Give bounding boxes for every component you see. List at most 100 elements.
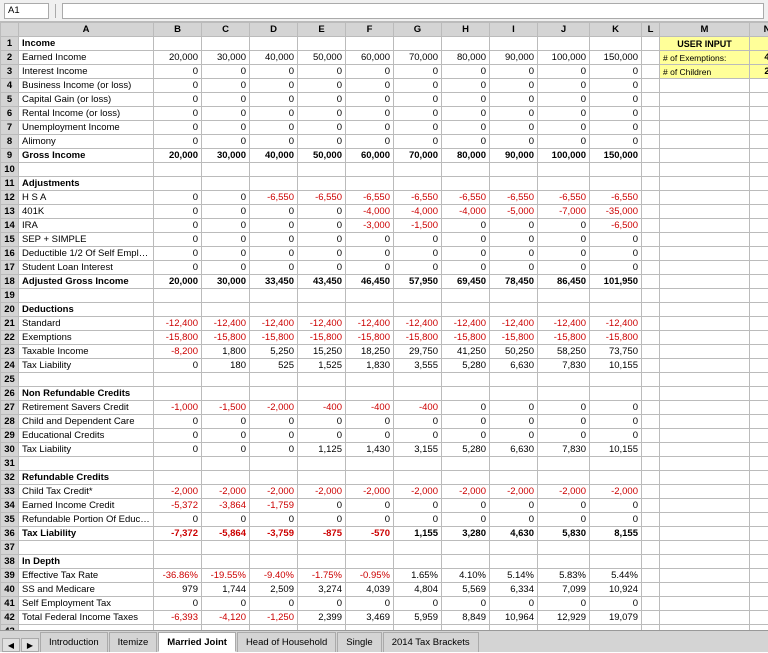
cell-D-39[interactable]: -9.40%: [250, 569, 298, 583]
cell-G-9[interactable]: 70,000: [394, 149, 442, 163]
cell-D-26[interactable]: [250, 387, 298, 401]
cell-a-11[interactable]: Adjustments: [19, 177, 154, 191]
cell-D-15[interactable]: 0: [250, 233, 298, 247]
cell-D-13[interactable]: 0: [250, 205, 298, 219]
cell-H-26[interactable]: [442, 387, 490, 401]
cell-B-33[interactable]: -2,000: [154, 485, 202, 499]
cell-C-33[interactable]: -2,000: [202, 485, 250, 499]
cell-I-2[interactable]: 90,000: [490, 51, 538, 65]
cell-C-29[interactable]: 0: [202, 429, 250, 443]
cell-I-4[interactable]: 0: [490, 79, 538, 93]
cell-K-32[interactable]: [590, 471, 642, 485]
cell-G-15[interactable]: 0: [394, 233, 442, 247]
cell-H-35[interactable]: 0: [442, 513, 490, 527]
cell-E-10[interactable]: [298, 163, 346, 177]
cell-B-11[interactable]: [154, 177, 202, 191]
cell-I-32[interactable]: [490, 471, 538, 485]
cell-F-28[interactable]: 0: [346, 415, 394, 429]
cell-G-3[interactable]: 0: [394, 65, 442, 79]
cell-a-18[interactable]: Adjusted Gross Income: [19, 275, 154, 289]
cell-D-18[interactable]: 33,450: [250, 275, 298, 289]
cell-a-15[interactable]: SEP + SIMPLE: [19, 233, 154, 247]
cell-F-26[interactable]: [346, 387, 394, 401]
cell-K-12[interactable]: -6,550: [590, 191, 642, 205]
cell-E-2[interactable]: 50,000: [298, 51, 346, 65]
spreadsheet-scroll-area[interactable]: A B C D E F G H I J K L M N 1IncomeUSER …: [0, 22, 768, 630]
cell-E-40[interactable]: 3,274: [298, 583, 346, 597]
cell-I-3[interactable]: 0: [490, 65, 538, 79]
cell-F-34[interactable]: 0: [346, 499, 394, 513]
cell-H-31[interactable]: [442, 457, 490, 471]
cell-E-19[interactable]: [298, 289, 346, 303]
cell-a-33[interactable]: Child Tax Credit*: [19, 485, 154, 499]
cell-G-40[interactable]: 4,804: [394, 583, 442, 597]
cell-a-19[interactable]: [19, 289, 154, 303]
cell-G-18[interactable]: 57,950: [394, 275, 442, 289]
cell-G-12[interactable]: -6,550: [394, 191, 442, 205]
cell-a-25[interactable]: [19, 373, 154, 387]
cell-G-1[interactable]: [394, 37, 442, 51]
cell-B-37[interactable]: [154, 541, 202, 555]
cell-H-38[interactable]: [442, 555, 490, 569]
cell-reference[interactable]: [4, 3, 49, 19]
cell-G-13[interactable]: -4,000: [394, 205, 442, 219]
cell-J-21[interactable]: -12,400: [538, 317, 590, 331]
cell-J-36[interactable]: 5,830: [538, 527, 590, 541]
cell-B-30[interactable]: 0: [154, 443, 202, 457]
tab-prev-btn[interactable]: ◀: [2, 638, 20, 652]
cell-E-27[interactable]: -400: [298, 401, 346, 415]
cell-F-11[interactable]: [346, 177, 394, 191]
cell-a-14[interactable]: IRA: [19, 219, 154, 233]
cell-I-16[interactable]: 0: [490, 247, 538, 261]
cell-D-31[interactable]: [250, 457, 298, 471]
cell-F-17[interactable]: 0: [346, 261, 394, 275]
cell-E-9[interactable]: 50,000: [298, 149, 346, 163]
cell-C-7[interactable]: 0: [202, 121, 250, 135]
cell-D-25[interactable]: [250, 373, 298, 387]
cell-G-24[interactable]: 3,555: [394, 359, 442, 373]
col-header-d[interactable]: D: [250, 23, 298, 37]
cell-G-20[interactable]: [394, 303, 442, 317]
cell-G-7[interactable]: 0: [394, 121, 442, 135]
cell-H-17[interactable]: 0: [442, 261, 490, 275]
cell-D-38[interactable]: [250, 555, 298, 569]
cell-I-10[interactable]: [490, 163, 538, 177]
cell-H-18[interactable]: 69,450: [442, 275, 490, 289]
cell-D-32[interactable]: [250, 471, 298, 485]
cell-K-25[interactable]: [590, 373, 642, 387]
cell-D-36[interactable]: -3,759: [250, 527, 298, 541]
cell-K-5[interactable]: 0: [590, 93, 642, 107]
cell-G-37[interactable]: [394, 541, 442, 555]
cell-K-22[interactable]: -15,800: [590, 331, 642, 345]
cell-K-31[interactable]: [590, 457, 642, 471]
cell-a-16[interactable]: Deductible 1/2 Of Self Employment Tax: [19, 247, 154, 261]
cell-F-7[interactable]: 0: [346, 121, 394, 135]
cell-H-19[interactable]: [442, 289, 490, 303]
cell-K-24[interactable]: 10,155: [590, 359, 642, 373]
cell-a-28[interactable]: Child and Dependent Care: [19, 415, 154, 429]
tab-single[interactable]: Single: [337, 632, 381, 652]
cell-J-17[interactable]: 0: [538, 261, 590, 275]
cell-E-8[interactable]: 0: [298, 135, 346, 149]
cell-G-33[interactable]: -2,000: [394, 485, 442, 499]
cell-F-12[interactable]: -6,550: [346, 191, 394, 205]
cell-K-3[interactable]: 0: [590, 65, 642, 79]
cell-F-5[interactable]: 0: [346, 93, 394, 107]
cell-G-21[interactable]: -12,400: [394, 317, 442, 331]
cell-B-12[interactable]: 0: [154, 191, 202, 205]
cell-B-27[interactable]: -1,000: [154, 401, 202, 415]
cell-K-26[interactable]: [590, 387, 642, 401]
cell-a-17[interactable]: Student Loan Interest: [19, 261, 154, 275]
cell-H-37[interactable]: [442, 541, 490, 555]
cell-B-29[interactable]: 0: [154, 429, 202, 443]
cell-a-34[interactable]: Earned Income Credit: [19, 499, 154, 513]
cell-D-9[interactable]: 40,000: [250, 149, 298, 163]
cell-G-34[interactable]: 0: [394, 499, 442, 513]
cell-I-19[interactable]: [490, 289, 538, 303]
cell-I-36[interactable]: 4,630: [490, 527, 538, 541]
cell-a-12[interactable]: H S A: [19, 191, 154, 205]
cell-G-32[interactable]: [394, 471, 442, 485]
cell-C-32[interactable]: [202, 471, 250, 485]
cell-K-17[interactable]: 0: [590, 261, 642, 275]
cell-J-5[interactable]: 0: [538, 93, 590, 107]
